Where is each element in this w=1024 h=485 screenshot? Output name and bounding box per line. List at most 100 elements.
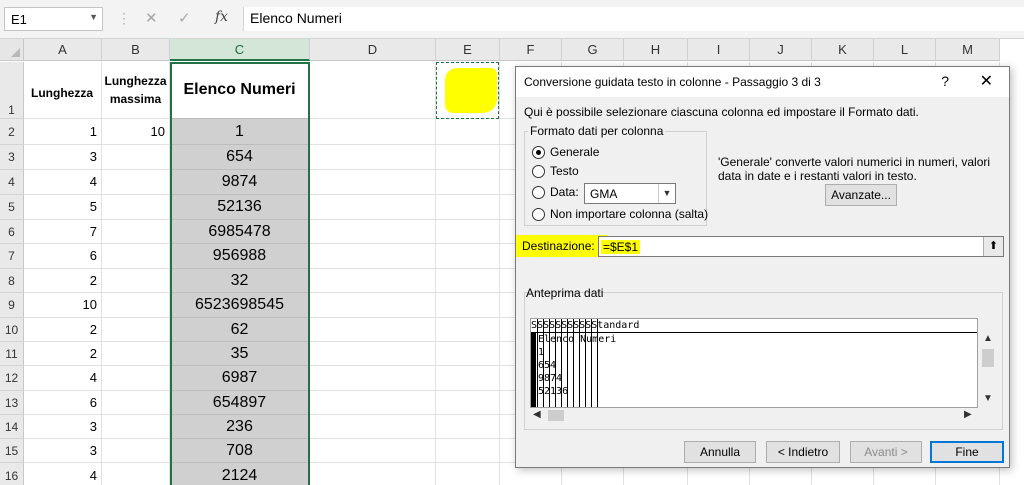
table-cell[interactable]: 708: [170, 439, 310, 463]
row-header[interactable]: 7: [0, 244, 24, 269]
table-cell[interactable]: 4: [24, 463, 102, 485]
table-cell[interactable]: [102, 342, 170, 366]
table-cell[interactable]: [310, 170, 436, 195]
column-break-line[interactable]: [579, 319, 580, 407]
preview-horizontal-scrollbar[interactable]: ◀ ▶: [530, 408, 978, 422]
radio-testo[interactable]: Testo: [532, 164, 579, 178]
next-button[interactable]: Avanti >: [850, 441, 922, 463]
table-cell[interactable]: 6987: [170, 366, 310, 391]
radio-skip[interactable]: Non importare colonna (salta): [532, 207, 708, 221]
table-cell[interactable]: 2: [24, 318, 102, 342]
select-all-corner[interactable]: [0, 39, 24, 61]
scroll-right-icon[interactable]: ▶: [964, 409, 972, 420]
formula-input[interactable]: Elenco Numeri: [243, 7, 1024, 31]
row-header[interactable]: 10: [0, 318, 24, 342]
row-header[interactable]: 2: [0, 119, 24, 145]
column-break-line[interactable]: [537, 319, 538, 407]
header-cell[interactable]: Lunghezza massima: [102, 62, 170, 119]
collapse-dialog-icon[interactable]: ⬆: [983, 237, 1003, 256]
table-cell[interactable]: [102, 366, 170, 391]
scroll-thumb[interactable]: [982, 349, 994, 367]
row-header[interactable]: 8: [0, 269, 24, 293]
table-cell[interactable]: 956988: [170, 244, 310, 269]
table-cell[interactable]: 10: [102, 119, 170, 145]
table-cell[interactable]: [310, 269, 436, 293]
row-header[interactable]: 15: [0, 439, 24, 463]
column-break-line[interactable]: [543, 319, 544, 407]
table-cell[interactable]: [102, 244, 170, 269]
table-cell[interactable]: 9874: [170, 170, 310, 195]
row-header[interactable]: 5: [0, 195, 24, 220]
table-cell[interactable]: 5: [24, 195, 102, 220]
table-cell[interactable]: [310, 145, 436, 170]
column-header-e[interactable]: E: [436, 39, 500, 61]
table-cell[interactable]: [102, 195, 170, 220]
table-cell[interactable]: [310, 366, 436, 391]
scroll-left-icon[interactable]: ◀: [533, 409, 541, 420]
column-break-line[interactable]: [573, 319, 574, 407]
table-cell[interactable]: [310, 244, 436, 269]
table-cell[interactable]: [102, 145, 170, 170]
scroll-up-icon[interactable]: ▲: [983, 333, 993, 344]
column-break-line[interactable]: [585, 319, 586, 407]
radio-data[interactable]: Data:: [532, 185, 579, 199]
table-cell[interactable]: 52136: [170, 195, 310, 220]
column-header-j[interactable]: J: [750, 39, 812, 61]
row-header[interactable]: 13: [0, 391, 24, 415]
row-header[interactable]: 6: [0, 220, 24, 244]
table-cell[interactable]: 7: [24, 220, 102, 244]
column-header-m[interactable]: M: [936, 39, 1000, 61]
table-cell[interactable]: 35: [170, 342, 310, 366]
table-cell[interactable]: [436, 145, 500, 170]
table-cell[interactable]: 1: [170, 119, 310, 145]
table-cell[interactable]: [436, 269, 500, 293]
table-cell[interactable]: [310, 463, 436, 485]
column-header-k[interactable]: K: [812, 39, 874, 61]
table-cell[interactable]: 2124: [170, 463, 310, 485]
column-header-f[interactable]: F: [500, 39, 562, 61]
column-break-line[interactable]: [561, 319, 562, 407]
table-cell[interactable]: 2: [24, 269, 102, 293]
radio-generale[interactable]: Generale: [532, 145, 599, 159]
name-box[interactable]: E1 ▼: [4, 7, 103, 31]
column-header-l[interactable]: L: [874, 39, 936, 61]
table-cell[interactable]: [102, 463, 170, 485]
table-cell[interactable]: [102, 220, 170, 244]
table-cell[interactable]: [102, 170, 170, 195]
table-cell[interactable]: 3: [24, 439, 102, 463]
back-button[interactable]: < Indietro: [766, 441, 840, 463]
table-cell[interactable]: [102, 415, 170, 439]
table-cell[interactable]: [310, 342, 436, 366]
row-header[interactable]: 16: [0, 463, 24, 485]
column-break-line[interactable]: [597, 319, 598, 407]
table-cell[interactable]: 6: [24, 391, 102, 415]
table-cell[interactable]: [310, 318, 436, 342]
table-cell[interactable]: 2: [24, 342, 102, 366]
scroll-thumb[interactable]: [548, 410, 564, 421]
row-header[interactable]: 14: [0, 415, 24, 439]
table-cell[interactable]: [102, 269, 170, 293]
confirm-icon[interactable]: ✓: [178, 9, 191, 27]
table-cell[interactable]: [102, 391, 170, 415]
column-header-h[interactable]: H: [624, 39, 688, 61]
table-cell[interactable]: [102, 439, 170, 463]
table-cell[interactable]: [310, 195, 436, 220]
table-cell[interactable]: 4: [24, 366, 102, 391]
table-cell[interactable]: [436, 342, 500, 366]
table-cell[interactable]: [310, 293, 436, 318]
table-cell[interactable]: 6: [24, 244, 102, 269]
table-cell[interactable]: [436, 293, 500, 318]
table-cell[interactable]: [102, 318, 170, 342]
table-cell[interactable]: 654897: [170, 391, 310, 415]
table-cell[interactable]: 4: [24, 170, 102, 195]
date-format-select[interactable]: GMA ▼: [584, 183, 676, 204]
table-cell[interactable]: [310, 391, 436, 415]
column-break-line[interactable]: [567, 319, 568, 407]
table-cell[interactable]: [436, 119, 500, 145]
header-cell[interactable]: Lunghezza: [24, 62, 102, 119]
table-cell[interactable]: [436, 439, 500, 463]
table-cell[interactable]: 6985478: [170, 220, 310, 244]
column-header-b[interactable]: B: [102, 39, 170, 61]
column-break-line[interactable]: [555, 319, 556, 407]
finish-button[interactable]: Fine: [930, 441, 1004, 463]
